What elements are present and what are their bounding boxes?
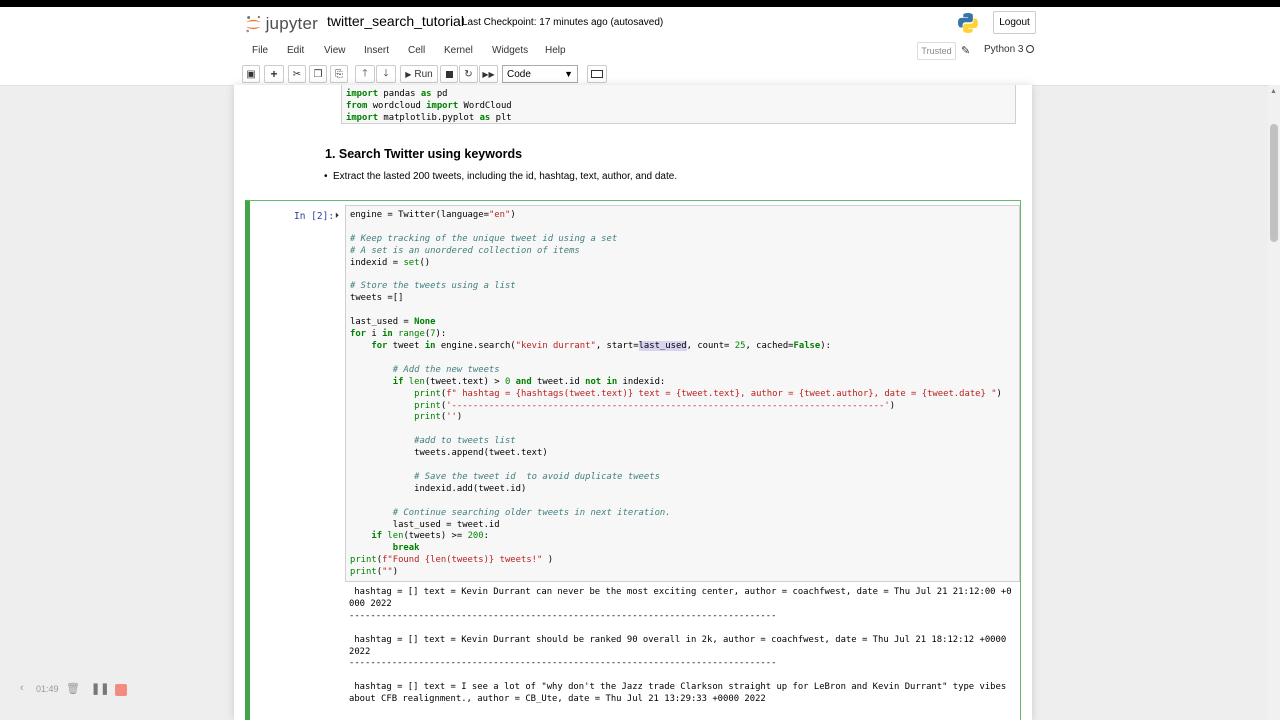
menu-insert[interactable]: Insert [364, 45, 389, 56]
checkpoint-time: 17 minutes ago [539, 17, 608, 28]
code-line: from wordcloud import WordCloud [346, 100, 512, 111]
python-logo-icon [958, 13, 978, 33]
notebook-header: jupyter twitter_search_tutorial Last Che… [0, 7, 1280, 86]
code-line: # Continue searching older tweets in nex… [392, 507, 671, 518]
pencil-icon[interactable]: ✎ [961, 44, 970, 57]
menu-help[interactable]: Help [545, 45, 566, 56]
run-cell-icon[interactable]: ⏵ [335, 211, 339, 221]
code-line: print(f" hashtag = {hashtags(tweet.text)… [414, 388, 1002, 399]
move-down-button[interactable]: 🡓 [376, 65, 396, 83]
kernel-name[interactable]: Python 3 [984, 44, 1023, 55]
previous-cell-input[interactable]: import pandas as pd from wordcloud impor… [341, 85, 1016, 124]
code-line: indexid = set() [350, 257, 431, 268]
code-line: #add to tweets list [414, 436, 516, 447]
jupyter-logo[interactable]: jupyter [244, 11, 318, 37]
restart-button[interactable]: ↻ [459, 65, 478, 83]
code-line: # Save the tweet id to avoid duplicate t… [414, 471, 660, 482]
menu-cell[interactable]: Cell [408, 45, 425, 56]
menu-kernel[interactable]: Kernel [444, 45, 473, 56]
code-line: tweets.append(tweet.text) [350, 448, 548, 459]
scroll-up-icon[interactable]: ▲ [1270, 88, 1277, 95]
code-line: # Keep tracking of the unique tweet id u… [350, 233, 618, 244]
selected-code-cell[interactable]: In [2]: ⏵ engine = Twitter(language="en"… [245, 200, 1021, 720]
code-line: print(f"Found {len(tweets)} tweets!" ) [350, 555, 554, 566]
run-icon: ▶ [405, 69, 412, 79]
code-line: break [392, 543, 420, 554]
stop-icon [445, 70, 453, 78]
autosave-status: (autosaved) [610, 17, 664, 28]
restart-icon: ↻ [464, 68, 473, 80]
command-palette-button[interactable] [587, 65, 607, 83]
add-cell-icon: + [270, 67, 278, 81]
chevron-left-icon[interactable]: ‹ [20, 682, 24, 694]
code-line: # Store the tweets using a list [350, 281, 516, 292]
menu-bar: File Edit View Insert Cell Kernel Widget… [244, 41, 1036, 61]
keyboard-icon [591, 70, 603, 78]
code-line: import matplotlib.pyplot as plt [346, 112, 512, 123]
input-prompt: In [2]: [294, 211, 335, 222]
code-line: if len(tweet.text) > 0 and tweet.id not … [392, 376, 666, 387]
scrollbar-thumb[interactable] [1270, 124, 1278, 242]
code-line: for i in range(7): [350, 329, 447, 340]
code-line: last_used = tweet.id [350, 519, 500, 530]
pause-icon[interactable]: ❚❚ [91, 682, 109, 695]
save-icon: ▣ [246, 68, 256, 80]
bullet-item: Extract the lasted 200 tweets, including… [324, 171, 677, 182]
run-label: Run [414, 68, 433, 80]
jupyter-logo-text: jupyter [265, 14, 318, 33]
code-line: print("") [350, 567, 399, 578]
cut-button[interactable]: ✂ [288, 65, 306, 83]
fast-forward-icon: ▶▶ [482, 69, 495, 79]
code-line: print('') [414, 412, 463, 423]
save-button[interactable]: ▣ [242, 65, 260, 83]
screen-recorder-widget: ‹ 01:49 🗑 ❚❚ [10, 678, 135, 703]
cut-icon: ✂ [292, 68, 302, 80]
move-up-icon: 🡑 [362, 67, 368, 79]
code-line: import pandas as pd [346, 89, 448, 99]
restart-run-all-button[interactable]: ▶▶ [479, 65, 498, 83]
checkpoint-label: Last Checkpoint: [462, 17, 537, 28]
kernel-status-icon [1026, 45, 1034, 53]
notebook-page: import pandas as pd from wordcloud impor… [234, 85, 1032, 720]
code-line: tweets =[] [350, 293, 404, 304]
menu-view[interactable]: View [324, 45, 346, 56]
chevron-down-icon: ▼ [564, 69, 573, 79]
paste-icon: ⎘ [335, 68, 343, 80]
code-line: # A set is an unordered collection of it… [350, 245, 580, 256]
code-line: for tweet in engine.search("kevin durran… [371, 340, 831, 351]
menu-edit[interactable]: Edit [287, 45, 304, 56]
cell-type-value: Code [507, 68, 531, 80]
selected-text: last_used [638, 340, 687, 351]
trash-icon[interactable]: 🗑 [66, 682, 80, 695]
menu-widgets[interactable]: Widgets [492, 45, 528, 56]
checkpoint-status: Last Checkpoint: 17 minutes ago (autosav… [462, 17, 663, 28]
copy-button[interactable]: ❐ [309, 65, 327, 83]
code-editor[interactable]: engine = Twitter(language="en") # Keep t… [345, 205, 1020, 582]
top-strip [0, 0, 1280, 7]
section-heading: 1. Search Twitter using keywords [325, 147, 523, 161]
copy-icon: ❐ [313, 68, 323, 80]
move-up-button[interactable]: 🡑 [355, 65, 375, 83]
code-line: if len(tweets) >= 200: [371, 531, 489, 542]
cell-type-select[interactable]: Code ▼ [502, 65, 578, 83]
notebook-name[interactable]: twitter_search_tutorial [327, 13, 464, 29]
run-button[interactable]: ▶ Run [400, 65, 438, 83]
menu-file[interactable]: File [252, 45, 268, 56]
interrupt-button[interactable] [440, 65, 458, 83]
trusted-indicator[interactable]: Trusted [917, 42, 956, 60]
code-line: indexid.add(tweet.id) [350, 483, 527, 494]
code-line: print('---------------------------------… [414, 400, 896, 411]
cell-output: hashtag = [] text = Kevin Durrant can ne… [349, 587, 1012, 705]
logout-button[interactable]: Logout [993, 11, 1036, 34]
paste-button[interactable]: ⎘ [330, 65, 348, 83]
toolbar: ▣ + ✂ ❐ ⎘ 🡑 🡓 ▶ Run ↻ ▶▶ Code ▼ [240, 63, 1040, 87]
add-cell-button[interactable]: + [264, 65, 284, 83]
recording-time: 01:49 [36, 684, 59, 694]
code-line: last_used = None [350, 317, 436, 328]
code-line: # Add the new tweets [392, 364, 500, 375]
jupyter-logo-icon [245, 15, 261, 33]
stop-recording-icon[interactable] [115, 684, 127, 696]
move-down-icon: 🡓 [383, 67, 389, 79]
code-line: engine = Twitter(language="en") [350, 210, 516, 220]
